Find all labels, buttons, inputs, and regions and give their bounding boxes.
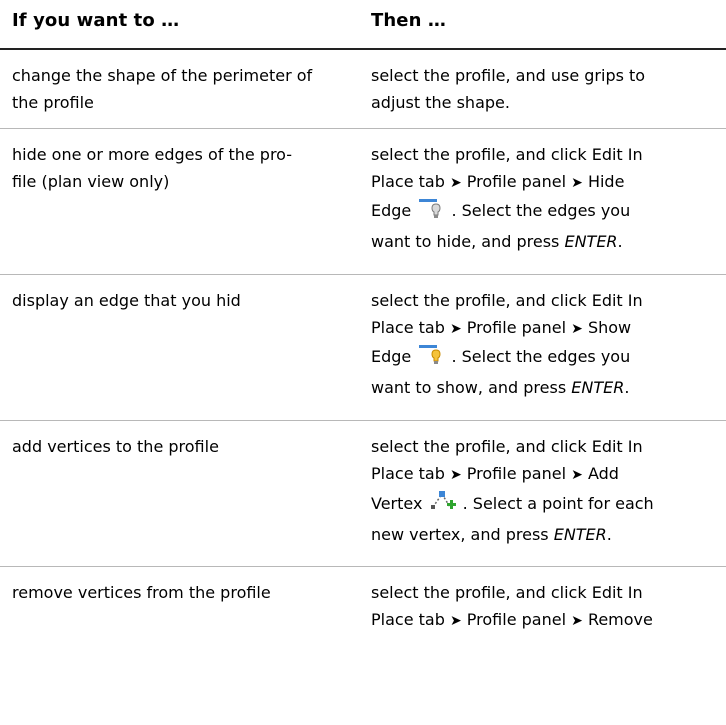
action-cell: add vertices to the profile [12,437,219,456]
then-text: Place tab [371,610,445,629]
arrow-icon: ➤ [571,175,583,191]
options-table: If you want to … Then … change the shape… [0,0,726,687]
table-row: change the shape of the perimeter of the… [0,50,726,129]
then-text: . [624,378,630,397]
then-text: Place tab [371,318,445,337]
action-cell: hide one or more edges of the pro- file … [12,141,352,195]
then-line: want to show, and press ENTER. [371,374,716,401]
then-cell: select the profile, and click Edit In Pl… [371,579,716,635]
enter-key-text: ENTER [571,378,625,397]
then-text: Remove [587,610,653,629]
action-line: file (plan view only) [12,172,170,191]
then-line: Edge . Select the edges you [371,197,716,228]
then-line: select the profile, and click Edit In [371,583,643,602]
then-line: want to hide, and press ENTER. [371,228,716,255]
action-cell: remove vertices from the profile [12,583,271,602]
then-text: want to hide, and press [371,232,565,251]
then-text: Place tab [371,172,445,191]
action-line: hide one or more edges of the pro- [12,145,293,164]
then-line: Edge . Select the edges you [371,343,716,374]
then-text: . Select a point for each [462,494,654,513]
header-if-you-want-to: If you want to … [12,10,180,31]
then-line: select the profile, and use grips to [371,66,646,85]
then-text: Show [587,318,632,337]
header-then: Then … [371,10,446,31]
arrow-icon: ➤ [571,467,583,483]
enter-key-text: ENTER [564,232,618,251]
add-vertex-icon [430,489,456,521]
then-line: Place tab ➤ Profile panel ➤ Hide [371,168,716,197]
then-text: Profile panel [466,464,567,483]
then-line: select the profile, and click Edit In [371,291,643,310]
then-text: Edge [371,201,412,220]
action-cell: change the shape of the perimeter of the… [12,66,313,112]
then-cell: select the profile, and click Edit In Pl… [371,433,716,548]
action-cell: display an edge that you hid [12,291,241,310]
then-line: Place tab ➤ Profile panel ➤ Remove [371,606,716,635]
table-header: If you want to … Then … [0,0,726,50]
then-line: Place tab ➤ Profile panel ➤ Show [371,314,716,343]
show-edge-icon [418,344,444,374]
then-text: Profile panel [466,610,567,629]
then-cell: select the profile, and use grips to adj… [371,62,716,116]
then-line: select the profile, and click Edit In [371,145,643,164]
then-text: . [617,232,623,251]
then-text: Hide [587,172,625,191]
arrow-icon: ➤ [571,613,583,629]
then-line: adjust the shape. [371,93,510,112]
arrow-icon: ➤ [571,321,583,337]
then-text: . [606,525,612,544]
arrow-icon: ➤ [449,175,462,191]
then-text: . Select the edges you [451,347,631,366]
then-line: Vertex . Select a point for each [371,489,716,521]
table-row: remove vertices from the profile select … [0,567,726,687]
then-text: Edge [371,347,412,366]
then-text: Add [587,464,619,483]
then-text: Place tab [371,464,445,483]
then-text: Profile panel [466,172,567,191]
then-line: Place tab ➤ Profile panel ➤ Add [371,460,716,489]
table-row: display an edge that you hid select the … [0,275,726,421]
then-text: want to show, and press [371,378,572,397]
then-text: new vertex, and press [371,525,554,544]
arrow-icon: ➤ [449,613,462,629]
then-text: . Select the edges you [451,201,631,220]
then-cell: select the profile, and click Edit In Pl… [371,141,716,255]
then-line: select the profile, and click Edit In [371,437,643,456]
then-cell: select the profile, and click Edit In Pl… [371,287,716,401]
hide-edge-icon [418,198,444,228]
then-line: new vertex, and press ENTER. [371,521,716,548]
enter-key-text: ENTER [553,525,607,544]
then-text: Profile panel [466,318,567,337]
table-row: hide one or more edges of the pro- file … [0,129,726,275]
arrow-icon: ➤ [449,321,462,337]
then-text: Vertex [371,494,423,513]
arrow-icon: ➤ [449,467,462,483]
table-row: add vertices to the profile select the p… [0,421,726,567]
